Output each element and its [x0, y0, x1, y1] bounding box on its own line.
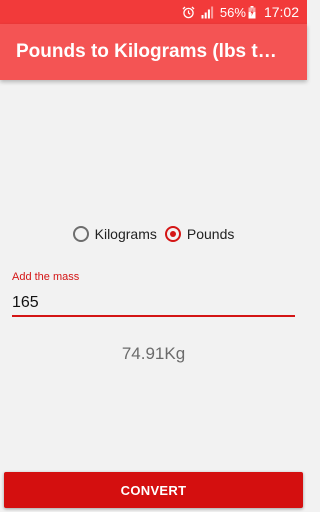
radio-pounds[interactable]: Pounds	[164, 226, 235, 242]
battery-percent: 56%	[219, 4, 246, 20]
unit-radio-group: Kilograms Pounds	[0, 226, 307, 242]
radio-kilograms-label: Kilograms	[94, 226, 157, 242]
signal-icon	[201, 6, 214, 19]
radio-kilograms[interactable]: Kilograms	[72, 226, 157, 242]
mass-input[interactable]	[12, 291, 295, 317]
convert-button[interactable]: CONVERT	[4, 472, 303, 508]
conversion-result: 74.91Kg	[121, 344, 186, 363]
clock: 17:02	[263, 4, 299, 20]
page-title: Pounds to Kilograms (lbs to kg)	[16, 41, 286, 62]
battery-charging-icon	[248, 5, 256, 19]
radio-unchecked-icon[interactable]	[72, 226, 89, 242]
status-bar: 56% 17:02	[0, 0, 307, 24]
mass-field-label: Add the mass	[12, 271, 80, 283]
app-toolbar: Pounds to Kilograms (lbs to kg)	[0, 24, 307, 80]
alarm-icon	[182, 6, 195, 19]
radio-pounds-label: Pounds	[186, 226, 235, 242]
radio-checked-icon[interactable]	[164, 226, 181, 242]
